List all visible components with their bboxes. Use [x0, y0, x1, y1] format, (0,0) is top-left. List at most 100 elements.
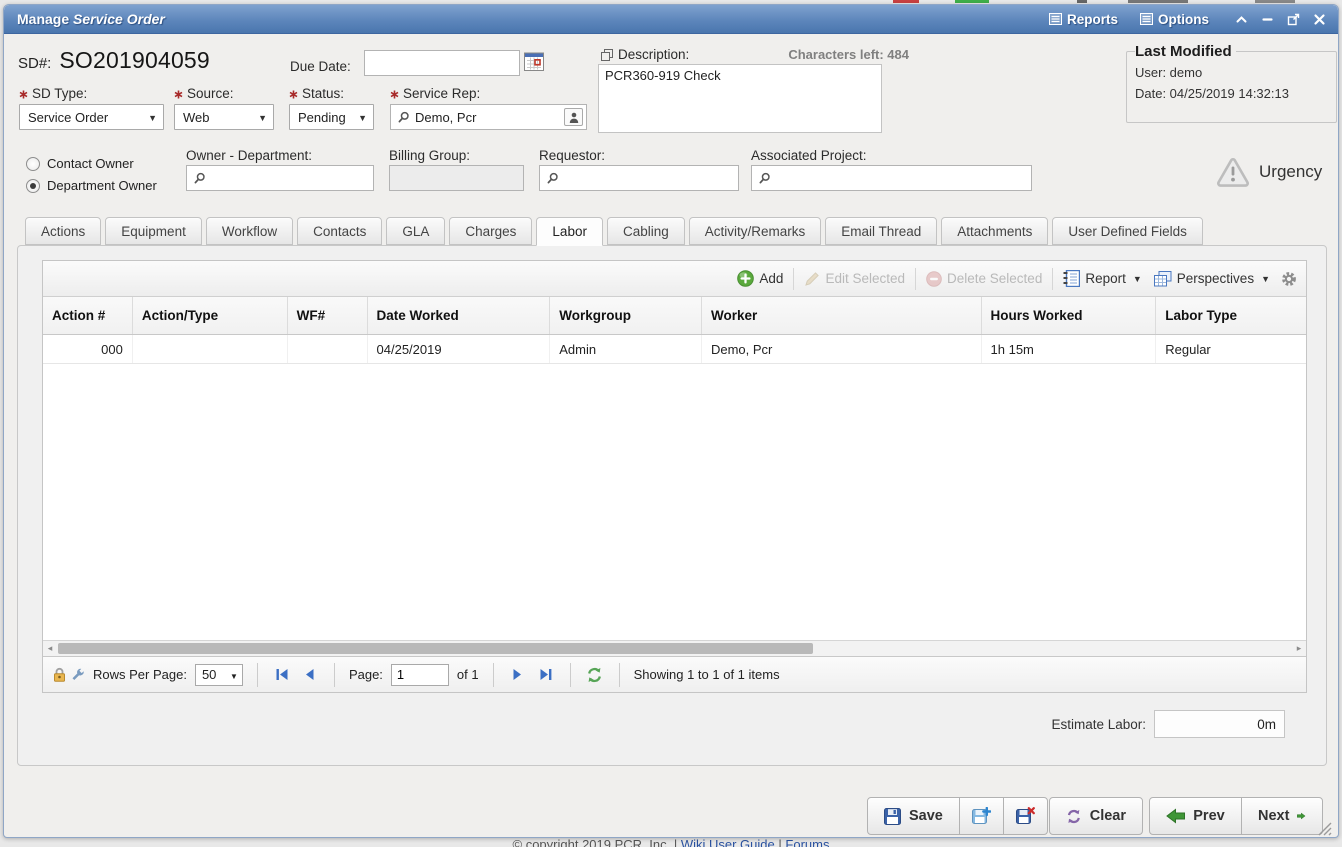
- department-owner-radio[interactable]: Department Owner: [26, 178, 157, 193]
- lock-icon[interactable]: [53, 667, 66, 682]
- forums-link[interactable]: Forums: [785, 837, 829, 847]
- popout-icon: [1287, 13, 1300, 26]
- required-icon: [19, 90, 28, 99]
- associated-project-field[interactable]: [751, 165, 1032, 191]
- page-footer: © copyright 2019 PCR, Inc. | Wiki User G…: [0, 837, 1342, 847]
- close-button[interactable]: [1311, 11, 1328, 28]
- page-label: Page:: [349, 667, 383, 682]
- scroll-left-arrow[interactable]: ◂: [43, 641, 57, 656]
- close-icon: [1313, 13, 1326, 26]
- clear-label: Clear: [1090, 808, 1126, 824]
- edit-selected-button[interactable]: Edit Selected: [802, 269, 907, 289]
- wiki-user-guide-link[interactable]: Wiki User Guide: [681, 837, 775, 847]
- column-header-action-number[interactable]: Action #: [43, 297, 133, 334]
- first-page-button[interactable]: [272, 665, 292, 685]
- footer-separator: |: [778, 837, 781, 847]
- sd-type-select[interactable]: Service Order ▼: [19, 104, 164, 130]
- associated-project-label: Associated Project:: [751, 148, 867, 163]
- grid-settings-button[interactable]: [1280, 271, 1298, 287]
- clear-button[interactable]: Clear: [1049, 797, 1143, 835]
- scroll-right-arrow[interactable]: ▸: [1292, 641, 1306, 656]
- tab-contacts[interactable]: Contacts: [297, 217, 382, 245]
- status-select[interactable]: Pending ▼: [289, 104, 374, 130]
- resize-handle[interactable]: [1316, 820, 1332, 838]
- collapse-button[interactable]: [1233, 11, 1250, 28]
- requestor-field[interactable]: [539, 165, 739, 191]
- service-rep-field[interactable]: Demo, Pcr: [390, 104, 587, 130]
- contact-owner-radio[interactable]: Contact Owner: [26, 156, 134, 171]
- pager-separator: [493, 663, 494, 687]
- page-input[interactable]: [391, 664, 449, 686]
- search-icon: [193, 172, 206, 185]
- next-page-icon: [512, 668, 523, 681]
- tab-actions[interactable]: Actions: [25, 217, 101, 245]
- options-list-icon: [1140, 13, 1153, 25]
- sd-type-value: Service Order: [28, 110, 108, 125]
- urgency-indicator[interactable]: Urgency: [1216, 157, 1322, 187]
- save-label: Save: [909, 808, 943, 824]
- column-header-date-worked[interactable]: Date Worked: [368, 297, 551, 334]
- reports-button[interactable]: Reports: [1041, 9, 1126, 30]
- due-date-calendar-button[interactable]: [524, 52, 544, 74]
- rows-per-page-select[interactable]: 50 ▼: [195, 664, 243, 686]
- save-and-close-button[interactable]: [1003, 797, 1048, 835]
- titlebar[interactable]: Manage Service Order Reports Options: [4, 5, 1338, 34]
- column-header-action-type[interactable]: Action/Type: [133, 297, 288, 334]
- wrench-icon[interactable]: [71, 668, 85, 682]
- last-page-icon: [539, 668, 553, 681]
- popout-button[interactable]: [1285, 11, 1302, 28]
- refresh-button[interactable]: [585, 665, 605, 685]
- scrollbar-thumb[interactable]: [58, 643, 813, 654]
- last-page-button[interactable]: [536, 665, 556, 685]
- perspectives-button[interactable]: Perspectives ▼: [1152, 269, 1272, 289]
- report-button[interactable]: Report ▼: [1061, 268, 1143, 289]
- tab-charges[interactable]: Charges: [449, 217, 532, 245]
- tab-attachments[interactable]: Attachments: [941, 217, 1048, 245]
- next-page-button[interactable]: [508, 665, 528, 685]
- window-title-prefix: Manage: [17, 11, 73, 27]
- last-modified-date: Date: 04/25/2019 14:32:13: [1135, 84, 1328, 103]
- toolbar-separator: [915, 268, 916, 290]
- minimize-button[interactable]: [1259, 11, 1276, 28]
- service-rep-lookup-button[interactable]: [564, 108, 583, 126]
- save-button[interactable]: Save: [867, 797, 960, 835]
- options-button[interactable]: Options: [1132, 9, 1217, 30]
- tab-user-defined-fields[interactable]: User Defined Fields: [1052, 217, 1203, 245]
- refresh-icon: [586, 667, 603, 683]
- service-rep-label: Service Rep:: [390, 86, 480, 101]
- tab-activity-remarks[interactable]: Activity/Remarks: [689, 217, 822, 245]
- add-button[interactable]: Add: [735, 268, 785, 289]
- owner-department-field[interactable]: [186, 165, 374, 191]
- prev-button[interactable]: Prev: [1149, 797, 1242, 835]
- table-row[interactable]: 000 04/25/2019 Admin Demo, Pcr 1h 15m Re…: [43, 335, 1306, 364]
- column-header-wf-number[interactable]: WF#: [288, 297, 368, 334]
- last-modified-user: User: demo: [1135, 63, 1328, 82]
- required-icon: [174, 90, 183, 99]
- radio-selected-icon: [26, 179, 40, 193]
- column-header-workgroup[interactable]: Workgroup: [550, 297, 702, 334]
- tab-gla[interactable]: GLA: [386, 217, 445, 245]
- next-button[interactable]: Next: [1241, 797, 1323, 835]
- popout-description-icon[interactable]: [601, 49, 613, 61]
- tab-workflow[interactable]: Workflow: [206, 217, 293, 245]
- chevron-down-icon: ▼: [148, 113, 157, 123]
- horizontal-scrollbar[interactable]: ◂ ▸: [43, 640, 1306, 656]
- tab-equipment[interactable]: Equipment: [105, 217, 202, 245]
- column-header-worker[interactable]: Worker: [702, 297, 982, 334]
- column-header-labor-type[interactable]: Labor Type: [1156, 297, 1306, 334]
- due-date-input[interactable]: [364, 50, 520, 76]
- tab-cabling[interactable]: Cabling: [607, 217, 685, 245]
- tab-labor[interactable]: Labor: [536, 217, 603, 246]
- description-header: Description:: [601, 47, 689, 62]
- owner-department-label: Owner - Department:: [186, 148, 312, 163]
- save-and-new-button[interactable]: [959, 797, 1004, 835]
- column-header-hours-worked[interactable]: Hours Worked: [982, 297, 1157, 334]
- sd-number: SD#: SO201904059: [18, 47, 210, 74]
- tab-email-thread[interactable]: Email Thread: [825, 217, 937, 245]
- delete-selected-button[interactable]: Delete Selected: [924, 269, 1044, 289]
- source-select[interactable]: Web ▼: [174, 104, 274, 130]
- billing-group-field: [389, 165, 524, 191]
- description-textarea[interactable]: PCR360-919 Check: [598, 64, 882, 133]
- prev-page-button[interactable]: [300, 665, 320, 685]
- calendar-icon: [524, 52, 544, 71]
